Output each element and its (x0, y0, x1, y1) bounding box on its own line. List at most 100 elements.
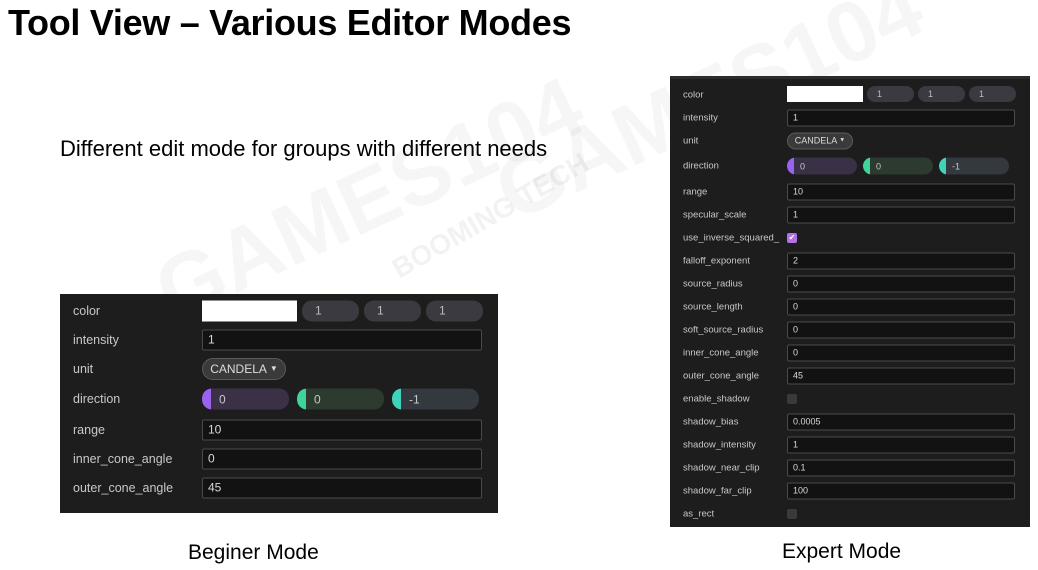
direction-y-field[interactable]: 0 (297, 388, 384, 410)
use-inverse-squared-label: use_inverse_squared_ (683, 232, 780, 243)
inner-cone-angle-row: inner_cone_angle 0 (60, 444, 498, 473)
intensity-label: intensity (683, 112, 718, 123)
direction-y-field[interactable]: 0 (863, 157, 933, 175)
booming-tech-watermark: BOOMING TECH (386, 146, 594, 285)
specular-scale-input[interactable]: 1 (787, 206, 1015, 223)
specular-scale-label: specular_scale (683, 209, 747, 220)
shadow-far-clip-label: shadow_far_clip (683, 485, 752, 496)
direction-y-value: 0 (876, 161, 882, 171)
unit-label: unit (683, 135, 699, 146)
unit-dropdown[interactable]: CANDELA ▼ (787, 132, 853, 149)
direction-vector: 0 0 -1 (787, 157, 1015, 175)
direction-y-value: 0 (314, 392, 321, 406)
color-label: color (683, 89, 704, 100)
color-label: color (73, 303, 101, 318)
direction-label: direction (73, 392, 121, 406)
inner-cone-angle-row: inner_cone_angle 0 (670, 341, 1030, 364)
z-axis-handle[interactable] (939, 157, 946, 175)
color-r-field[interactable]: 1 (867, 86, 914, 103)
enable-shadow-label: enable_shadow (683, 393, 750, 404)
as-rect-checkbox[interactable] (787, 508, 797, 519)
source-length-input[interactable]: 0 (787, 298, 1015, 315)
falloff-exponent-input[interactable]: 2 (787, 252, 1015, 269)
source-radius-input[interactable]: 0 (787, 275, 1015, 292)
color-picker: 111 (787, 86, 1016, 104)
y-axis-handle[interactable] (297, 388, 306, 410)
direction-z-field[interactable]: -1 (392, 388, 479, 410)
range-input[interactable]: 10 (202, 419, 482, 440)
checkmark-icon: ✔ (788, 232, 796, 242)
shadow-near-clip-label: shadow_near_clip (683, 462, 760, 473)
y-axis-handle[interactable] (863, 157, 870, 175)
outer-cone-angle-row: outer_cone_angle 45 (670, 364, 1030, 387)
caret-down-icon: ▼ (269, 364, 278, 373)
shadow-bias-row: shadow_bias 0.0005 (670, 410, 1030, 433)
specular-scale-row: specular_scale 1 (670, 203, 1030, 226)
shadow-intensity-row: shadow_intensity 1 (670, 433, 1030, 456)
range-label: range (73, 422, 105, 437)
color-swatch[interactable] (202, 300, 297, 321)
shadow-far-clip-input[interactable]: 100 (787, 482, 1015, 499)
range-row: range 10 (60, 415, 498, 444)
outer-cone-angle-label: outer_cone_angle (683, 370, 760, 381)
z-axis-handle[interactable] (392, 388, 401, 410)
range-label: range (683, 186, 708, 197)
outer-cone-angle-input[interactable]: 45 (787, 367, 1015, 384)
color-b-field[interactable]: 1 (969, 86, 1016, 103)
inner-cone-angle-label: inner_cone_angle (73, 451, 173, 466)
color-b-field[interactable]: 1 (426, 300, 483, 321)
source-length-label: source_length (683, 301, 743, 312)
shadow-far-clip-row: shadow_far_clip 100 (670, 479, 1030, 502)
slide-subtitle: Different edit mode for groups with diff… (60, 136, 548, 161)
unit-row: unit CANDELA ▼ (670, 129, 1030, 152)
source-radius-row: source_radius 0 (670, 272, 1030, 295)
soft-source-radius-label: soft_source_radius (683, 324, 764, 335)
unit-row: unit CANDELA ▼ (60, 354, 498, 383)
direction-label: direction (683, 160, 719, 172)
as-rect-row: as_rect (670, 502, 1030, 525)
x-axis-handle[interactable] (787, 157, 794, 175)
direction-x-field[interactable]: 0 (202, 388, 289, 410)
color-swatch[interactable] (787, 86, 863, 103)
color-r-field[interactable]: 1 (302, 300, 359, 321)
shadow-intensity-input[interactable]: 1 (787, 436, 1015, 453)
range-input[interactable]: 10 (787, 183, 1015, 200)
color-g-field[interactable]: 1 (918, 86, 965, 103)
direction-row: direction 0 0 -1 (60, 383, 498, 415)
outer-cone-angle-label: outer_cone_angle (73, 480, 174, 495)
direction-z-value: -1 (952, 161, 961, 171)
as-rect-label: as_rect (683, 508, 715, 519)
direction-z-field[interactable]: -1 (939, 157, 1009, 175)
intensity-input[interactable]: 1 (787, 109, 1015, 126)
soft-source-radius-input[interactable]: 0 (787, 321, 1015, 338)
color-picker: 111 (202, 300, 483, 321)
unit-dropdown[interactable]: CANDELA ▼ (202, 357, 286, 380)
use-inverse-squared-row: use_inverse_squared_ ✔ (670, 226, 1030, 249)
direction-x-field[interactable]: 0 (787, 157, 857, 175)
slide-title: Tool View – Various Editor Modes (8, 2, 572, 43)
use-inverse-squared-checkbox[interactable]: ✔ (787, 232, 797, 243)
enable-shadow-row: enable_shadow (670, 387, 1030, 410)
direction-z-value: -1 (409, 392, 420, 406)
shadow-near-clip-input[interactable]: 0.1 (787, 459, 1015, 476)
color-row: color 111 (60, 296, 498, 325)
outer-cone-angle-input[interactable]: 45 (202, 477, 482, 498)
color-g-field[interactable]: 1 (364, 300, 421, 321)
color-row: color 111 (670, 83, 1030, 106)
direction-row: direction 0 0 -1 (670, 152, 1030, 180)
intensity-input[interactable]: 1 (202, 329, 482, 350)
direction-vector: 0 0 -1 (202, 388, 487, 410)
inner-cone-angle-input[interactable]: 0 (202, 448, 482, 469)
falloff-exponent-row: falloff_exponent 2 (670, 249, 1030, 272)
intensity-label: intensity (73, 332, 119, 347)
source-radius-label: source_radius (683, 278, 743, 289)
inner-cone-angle-input[interactable]: 0 (787, 344, 1015, 361)
source-length-row: source_length 0 (670, 295, 1030, 318)
shadow-bias-input[interactable]: 0.0005 (787, 413, 1015, 430)
caret-down-icon: ▼ (839, 137, 846, 144)
outer-cone-angle-row: outer_cone_angle 45 (60, 473, 498, 502)
shadow-bias-label: shadow_bias (683, 416, 739, 427)
enable-shadow-checkbox[interactable] (787, 393, 797, 404)
unit-label: unit (73, 361, 94, 376)
x-axis-handle[interactable] (202, 388, 211, 410)
